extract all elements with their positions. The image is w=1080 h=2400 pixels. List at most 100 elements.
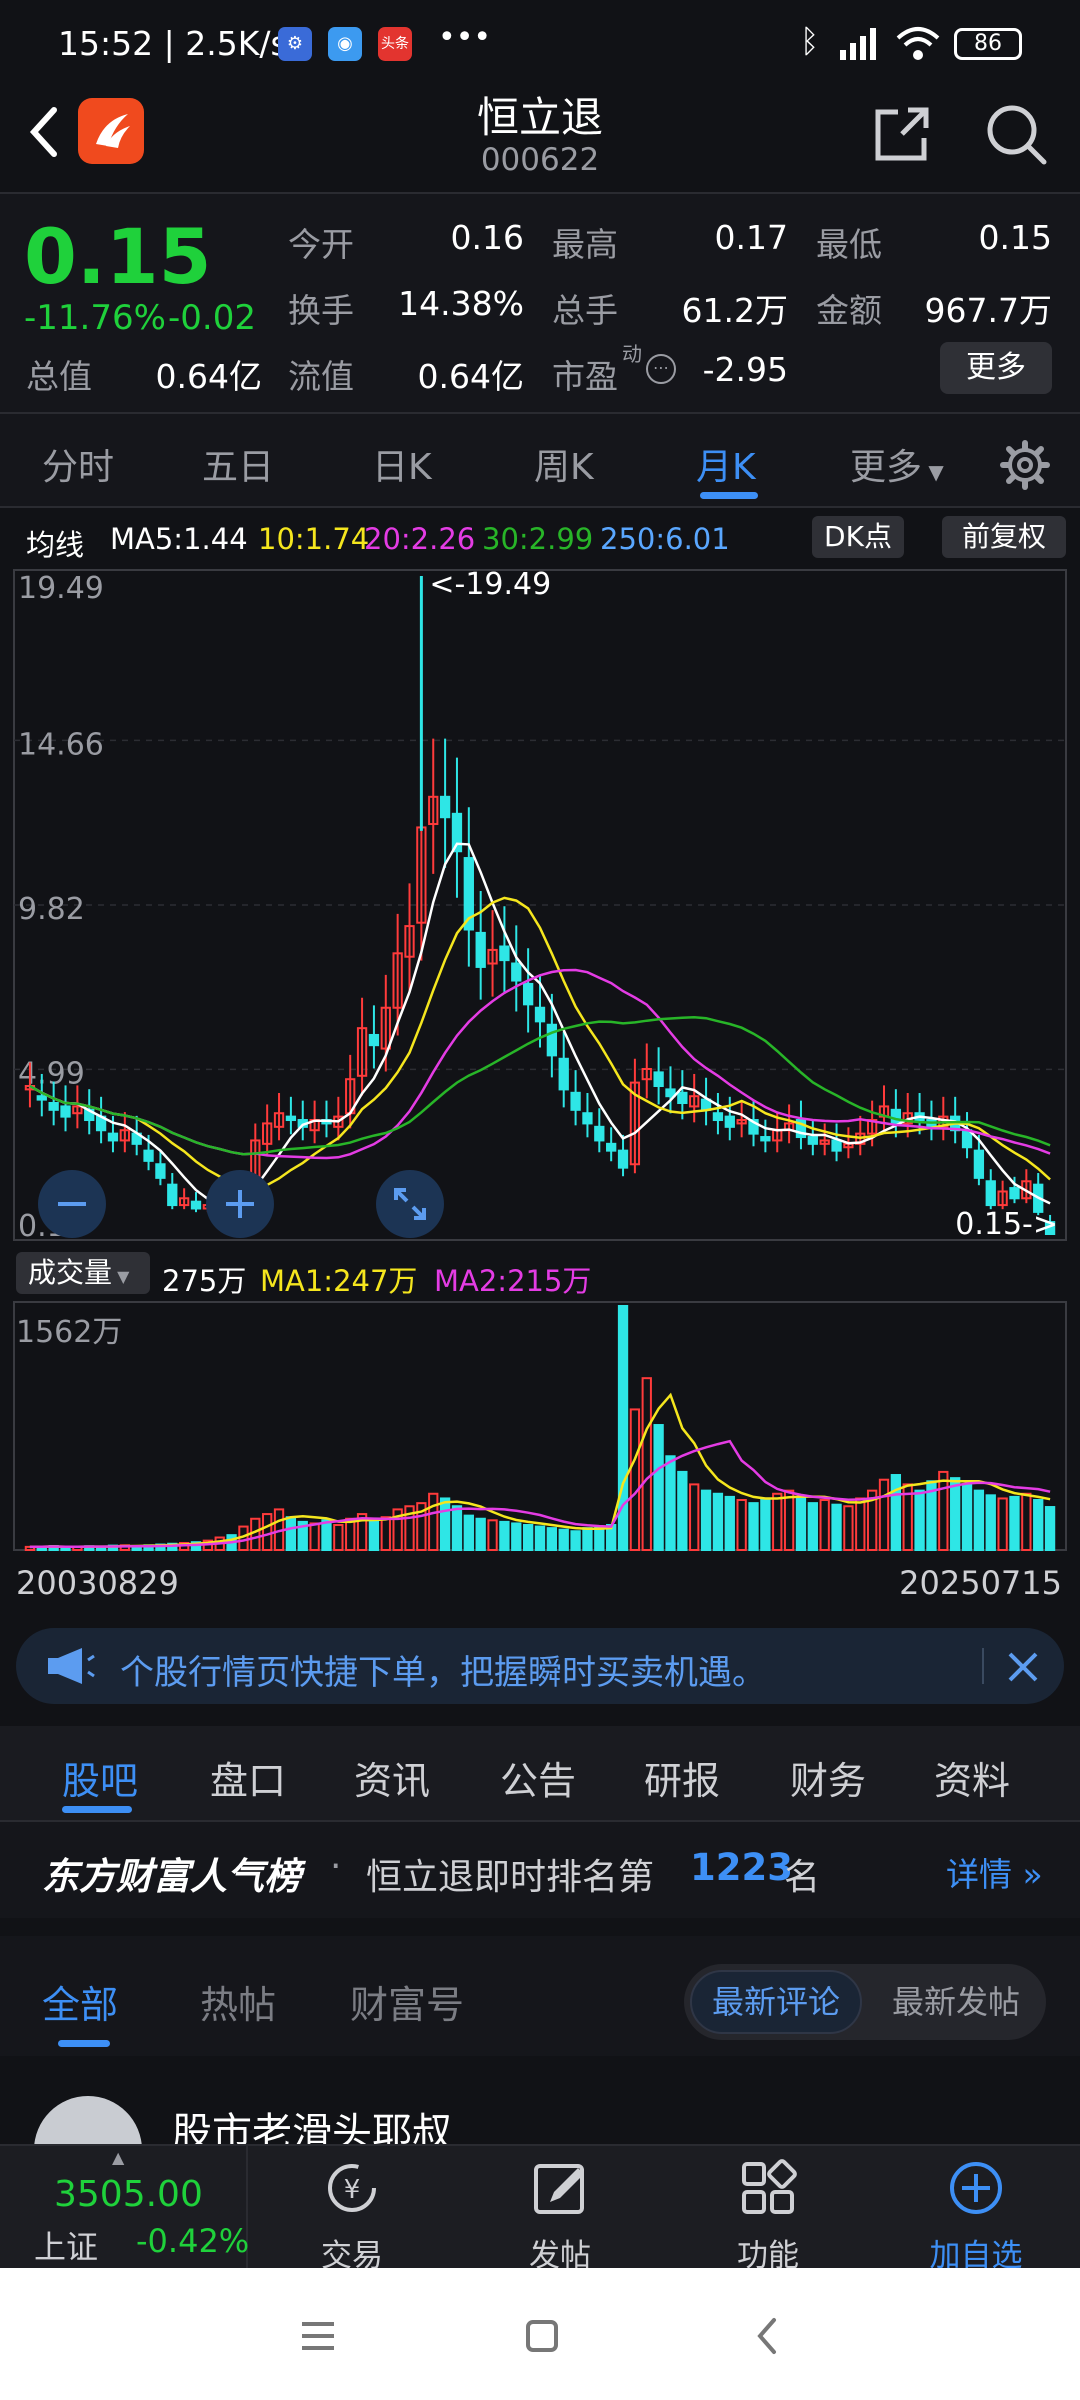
- tab-five-day[interactable]: 五日: [202, 438, 274, 490]
- post-tabs: 全部 热帖 财富号 最新评论 最新发帖: [0, 1936, 1080, 2056]
- fullscreen-button[interactable]: [376, 1170, 444, 1238]
- volume-bar: [807, 1502, 818, 1552]
- tab-monthly-k[interactable]: 月K: [696, 438, 756, 490]
- tab-research[interactable]: 研报: [644, 1750, 720, 1805]
- caret-down-icon: ▼: [112, 1267, 130, 1286]
- volume-bar: [938, 1470, 949, 1551]
- adjust-mode-button[interactable]: 前复权: [942, 516, 1066, 558]
- dk-point-button[interactable]: DK点: [812, 516, 904, 558]
- volume-bar: [594, 1525, 605, 1551]
- volume-bar: [368, 1520, 380, 1551]
- chat-notification-icon: ◉: [328, 27, 362, 61]
- open-label: 今开: [288, 225, 354, 264]
- status-time: 15:52 | 2.5K/s: [58, 24, 288, 63]
- candle: [582, 1112, 593, 1125]
- back-nav-icon[interactable]: [748, 2316, 788, 2356]
- volume-ma2: MA2:215万: [434, 1264, 592, 1298]
- tab-wealth-account[interactable]: 财富号: [350, 1974, 464, 2029]
- volume-chart[interactable]: 1562万 20030829 20250715: [0, 1300, 1080, 1600]
- volume-bar: [522, 1524, 534, 1552]
- volume-indicator-selector[interactable]: 成交量 ▼: [16, 1252, 150, 1294]
- gear-notification-icon: ⚙: [278, 27, 312, 61]
- volume-bar: [546, 1527, 558, 1551]
- float-label: 流值: [288, 357, 354, 396]
- nav-post[interactable]: 发帖: [470, 2158, 650, 2274]
- tab-pankou[interactable]: 盘口: [210, 1750, 286, 1805]
- rank-detail-link[interactable]: 详情 »: [946, 1848, 1043, 1896]
- index-change: -0.42%: [136, 2222, 250, 2260]
- zoom-out-button[interactable]: [38, 1170, 106, 1238]
- zoom-in-button[interactable]: [206, 1170, 274, 1238]
- candle: [143, 1149, 154, 1162]
- avatar: [34, 2096, 142, 2146]
- minus-icon: [58, 1202, 86, 1206]
- pe-info-icon[interactable]: ⋯: [646, 354, 676, 384]
- volume-bar: [890, 1474, 902, 1552]
- svg-text:¥: ¥: [344, 2175, 361, 2205]
- tab-news[interactable]: 资讯: [354, 1750, 430, 1805]
- ma30-value: 30:2.99: [482, 522, 594, 556]
- candle: [368, 1033, 380, 1047]
- edit-icon: [534, 2164, 584, 2214]
- volume-bar: [914, 1489, 925, 1551]
- home-icon[interactable]: [522, 2316, 562, 2356]
- candlestick-chart[interactable]: 19.4914.669.824.990.15<-19.490.15->: [0, 566, 1080, 1246]
- promo-banner[interactable]: 个股行情页快捷下单，把握瞬时买卖机遇。: [16, 1628, 1064, 1704]
- bottom-nav: ▲ 3505.00 上证 -0.42% ¥ 交易 发帖 功能 加自选: [0, 2144, 1080, 2274]
- tab-more-periods[interactable]: 更多 ▼: [850, 438, 944, 490]
- last-price-marker: 0.15->: [955, 1207, 1058, 1242]
- settings-gear-icon[interactable]: [1000, 440, 1050, 490]
- tab-all-posts[interactable]: 全部: [42, 1974, 118, 2029]
- tab-hot-posts[interactable]: 热帖: [200, 1974, 276, 2029]
- volume-bar: [665, 1455, 676, 1551]
- sort-latest-comment[interactable]: 最新评论: [690, 1970, 862, 2034]
- volume-bar: [831, 1503, 842, 1551]
- rank-dot: ·: [330, 1846, 342, 1887]
- volume-bar: [689, 1483, 700, 1551]
- candle: [594, 1125, 605, 1142]
- volume-bar: [641, 1377, 652, 1551]
- candle: [973, 1149, 985, 1179]
- tab-guba[interactable]: 股吧: [62, 1750, 138, 1805]
- price-change-abs: -0.02: [168, 298, 256, 338]
- quote-more-button[interactable]: 更多: [940, 342, 1052, 394]
- tab-daily-k[interactable]: 日K: [372, 438, 432, 490]
- candle: [475, 931, 486, 968]
- tab-weekly-k[interactable]: 周K: [534, 438, 594, 490]
- share-icon[interactable]: [872, 104, 932, 164]
- grid-icon: [742, 2159, 797, 2214]
- volume-bar: [451, 1505, 463, 1551]
- candle: [190, 1200, 202, 1210]
- volume-bar: [653, 1424, 664, 1551]
- candle: [570, 1091, 581, 1111]
- search-icon[interactable]: [984, 102, 1048, 166]
- tab-finance[interactable]: 财务: [790, 1750, 866, 1805]
- volume-bar: [1009, 1495, 1020, 1552]
- expand-icon: [394, 1188, 426, 1220]
- nav-trade[interactable]: ¥ 交易: [262, 2158, 442, 2274]
- amount-label: 金额: [816, 291, 882, 330]
- post-item[interactable]: 股市老滑头耶叔: [0, 2056, 1080, 2146]
- banner-text: 个股行情页快捷下单，把握瞬时买卖机遇。: [120, 1653, 766, 1693]
- volume-bar: [950, 1477, 961, 1551]
- candle: [107, 1132, 119, 1142]
- nav-functions[interactable]: 功能: [678, 2158, 858, 2274]
- index-ticker[interactable]: ▲ 3505.00 上证 -0.42%: [0, 2146, 250, 2270]
- close-icon[interactable]: [1006, 1650, 1040, 1684]
- active-tab-indicator: [700, 492, 758, 499]
- tab-profile[interactable]: 资料: [934, 1750, 1010, 1805]
- popularity-rank-row[interactable]: 东方财富人气榜 · 恒立退即时排名第 1223 名 详情 »: [0, 1822, 1080, 1918]
- banner-divider: [982, 1648, 984, 1684]
- candle: [60, 1105, 71, 1118]
- volume-bar: [250, 1517, 261, 1551]
- index-name: 上证: [34, 2228, 99, 2266]
- tab-intraday[interactable]: 分时: [42, 438, 114, 490]
- volume-bar: [1044, 1506, 1056, 1551]
- volume-bar: [321, 1519, 332, 1551]
- tab-announcements[interactable]: 公告: [500, 1750, 576, 1805]
- nav-add-watchlist[interactable]: 加自选: [886, 2158, 1066, 2274]
- candle: [167, 1183, 178, 1207]
- ma5-value: MA5:1.44: [110, 522, 248, 556]
- sort-latest-post[interactable]: 最新发帖: [872, 1970, 1040, 2034]
- menu-icon[interactable]: [298, 2318, 338, 2354]
